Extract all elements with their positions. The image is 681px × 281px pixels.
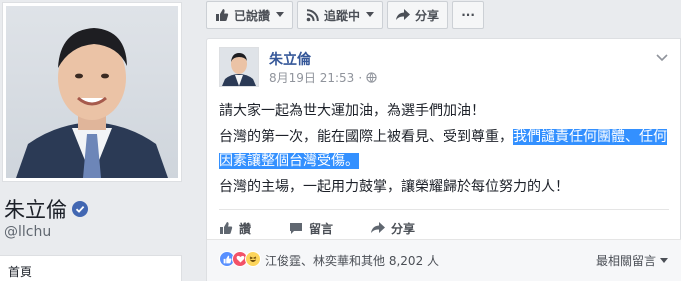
following-button[interactable]: 追蹤中 (297, 1, 384, 29)
post-paragraph-3: 台灣的主場，一起用力鼓掌，讓榮耀歸於每位努力的人！ (219, 179, 569, 195)
share-label: 分享 (415, 8, 440, 23)
post-comment-label: 留言 (309, 221, 334, 236)
comment-sort-label: 最相關留言 (595, 254, 656, 268)
more-options-button[interactable]: ··· (452, 1, 485, 29)
author-avatar[interactable] (219, 47, 259, 87)
share-button[interactable]: 分享 (387, 1, 449, 29)
post-comment-button[interactable]: 留言 (289, 219, 333, 237)
post-share-button[interactable]: 分享 (371, 219, 415, 237)
nav-item-home[interactable]: 首頁 (8, 263, 32, 280)
left-nav: 首頁 (0, 255, 182, 281)
reaction-count: 8,202 人 (388, 254, 440, 268)
page-action-bar: 已說讚 追蹤中 分享 ··· (206, 1, 488, 29)
share-arrow-icon (396, 9, 411, 21)
share-arrow-icon (371, 222, 386, 234)
page-name-text[interactable]: 朱立倫 (4, 194, 67, 224)
liked-button[interactable]: 已說讚 (206, 1, 294, 29)
chevron-down-icon (276, 12, 285, 18)
post-card: 朱立倫 8月19日 21:53 · 請大家一起為世大運加油，為選手們加油！ 台灣… (206, 38, 681, 281)
comment-sort-dropdown[interactable]: 最相關留言 (596, 252, 668, 269)
page-handle: @llchu (4, 224, 52, 240)
post-meta: 8月19日 21:53 · (269, 69, 377, 86)
reaction-icons[interactable] (219, 251, 261, 267)
meta-separator: · (358, 70, 363, 85)
post-paragraph-2: 台灣的第一次，能在國際上被看見、受到尊重，我們譴責任何團體、任何因素讓整個台灣受… (219, 125, 674, 173)
reaction-names: 江俊霆、林奕華和其他 (265, 254, 386, 268)
chevron-down-icon (660, 257, 668, 264)
post-options-chevron-down-icon[interactable] (656, 47, 668, 66)
post-paragraph-1: 請大家一起為世大運加油，為選手們加油！ (219, 103, 485, 119)
post-timestamp[interactable]: 8月19日 21:53 (269, 69, 354, 86)
thumbs-up-icon (215, 8, 229, 22)
page-name[interactable]: 朱立倫 (4, 194, 88, 224)
post-paragraph-2-plain: 台灣的第一次，能在國際上被看見、受到尊重， (219, 129, 513, 145)
post-author-name[interactable]: 朱立倫 (269, 49, 311, 69)
comment-icon (289, 222, 303, 235)
post-like-button[interactable]: 讚 (219, 219, 251, 237)
haha-reaction-icon (245, 251, 261, 267)
reaction-summary[interactable]: 江俊霆、林奕華和其他 8,202 人 (265, 252, 439, 269)
liked-label: 已說讚 (234, 8, 271, 23)
chevron-down-icon (366, 12, 375, 18)
post-text: 請大家一起為世大運加油，為選手們加油！ 台灣的第一次，能在國際上被看見、受到尊重… (219, 99, 674, 201)
profile-photo[interactable] (2, 2, 182, 182)
post-like-label: 讚 (239, 221, 252, 236)
reactions-bar: 江俊霆、林奕華和其他 8,202 人 最相關留言 (207, 239, 681, 281)
thumbs-up-icon (219, 221, 233, 235)
rss-icon (306, 8, 319, 22)
post-share-label: 分享 (391, 221, 416, 236)
following-label: 追蹤中 (324, 8, 361, 23)
globe-icon (366, 72, 377, 83)
verified-check-badge-icon (72, 201, 88, 217)
